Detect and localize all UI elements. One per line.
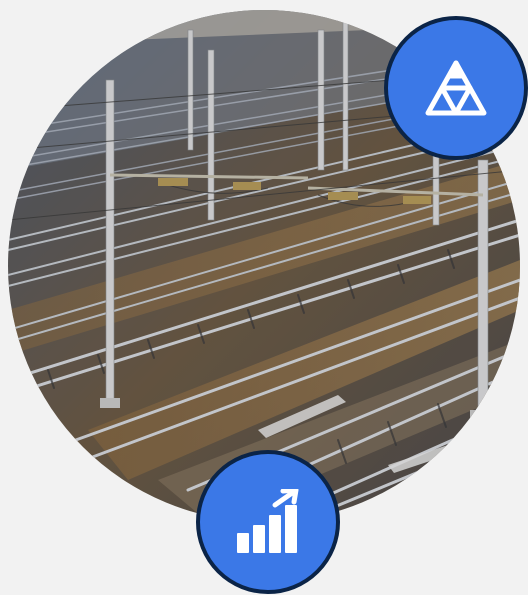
growth-chart-icon (237, 489, 299, 553)
growth-badge (196, 450, 340, 594)
triangle-network-icon (425, 60, 487, 116)
network-badge (384, 16, 528, 160)
